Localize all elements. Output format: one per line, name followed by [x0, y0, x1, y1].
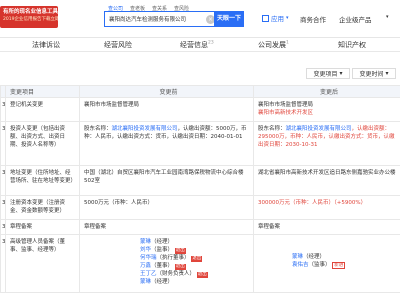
before-label: 股东名称：: [84, 126, 112, 132]
person-line: 蒙琳（经理）: [292, 253, 396, 261]
table-row: 3 地址变更（住所地址、经营场所、驻在地址等变更） 中国（湖北）自贸区襄阳市汽车…: [0, 165, 400, 196]
promo-line1: 有所的现名业信息工具: [3, 9, 58, 15]
row-item: 高级管理人员备案（董事、监事、经理等）: [5, 234, 80, 293]
tab-risk[interactable]: 经营风险: [104, 40, 132, 50]
person-line: 何华瑞（执行董事） 退出: [140, 254, 249, 262]
table-row: 3 高级管理人员备案（董事、监事、经理等） 蒙琳（经理） 刘华（监事） 退出 何…: [0, 234, 400, 293]
person-role: （经理）: [151, 279, 174, 285]
row-after: 300000万元（币种：人民币）（+5900%）: [253, 195, 400, 220]
promo-banner[interactable]: 有所的现名业信息工具 2019企业信用报告下载立即下载申请: [0, 6, 58, 28]
after-text: 300000万元（币种：人民币）: [258, 200, 334, 206]
company-link[interactable]: 湖北襄阳投资发展有限公司: [112, 126, 178, 132]
row-after: 襄阳市市场监督管理局 襄阳市高新技术开发区: [253, 97, 400, 122]
person-role: （经理）: [303, 254, 326, 260]
exit-badge: 退出: [196, 272, 208, 278]
row-before: 5000万元（币种：人民币）: [79, 195, 254, 220]
person-link[interactable]: 袁佑吉: [292, 262, 309, 268]
row-before: 中国（湖北）自贸区襄阳市汽车工业园南湾路保税物流中心综合楼502室: [79, 165, 254, 196]
chevron-down-icon: ▾: [386, 14, 389, 20]
person-link[interactable]: 王丁乙: [140, 271, 157, 277]
row-before: 章程备案: [79, 219, 254, 235]
col-item: 变更项目: [5, 85, 80, 98]
app-label: 应用: [271, 15, 284, 23]
tab-count: 23: [208, 40, 214, 46]
person-link[interactable]: 刘华: [140, 247, 151, 253]
after-text: 襄阳市市场监督管理局: [258, 102, 314, 108]
exit-badge: 退出: [191, 256, 203, 262]
chevron-down-icon: ▾: [339, 70, 343, 77]
person-link[interactable]: 蒙琳: [292, 254, 303, 260]
person-role: （监事）: [151, 247, 174, 253]
person-link[interactable]: 万鑫: [140, 263, 151, 269]
change-records-table: 变更项目 变更前 变更后 3 登记机关变更 襄阳市市场监督管理局 襄阳市市场监督…: [0, 85, 400, 293]
tab-development[interactable]: 公司发展1: [258, 40, 289, 50]
person-line: 袁佑吉（监事） 新进: [292, 261, 396, 269]
person-line: 刘华（监事） 退出: [140, 246, 249, 254]
search-input[interactable]: 襄阳尚达汽车检测服务有限公司: [109, 15, 186, 23]
person-link[interactable]: 蒙琳: [140, 279, 151, 285]
col-after: 变更后: [253, 85, 400, 98]
person-role: （财务负责人）: [156, 271, 196, 277]
row-item: 地址变更（住所地址、经营场所、驻在地址等变更）: [5, 165, 80, 196]
search-button[interactable]: 天眼一下: [214, 11, 244, 27]
table-row: 3 登记机关变更 襄阳市市场监督管理局 襄阳市市场监督管理局 襄阳市高新技术开发区: [0, 97, 400, 122]
company-link[interactable]: 湖北襄阳投资发展有限公司: [286, 126, 352, 132]
person-link[interactable]: 何华瑞: [140, 255, 157, 261]
row-after: 股东名称：湖北襄阳投资发展有限公司，认缴出资额：295000万，币种：人民币，认…: [253, 121, 400, 166]
promo-line2: 2019企业信用报告下载立即下载申请: [3, 17, 58, 22]
table-row: 3 投资人变更（包括出资额、出资方式、出资日期、投资人名称等） 股东名称：湖北襄…: [0, 121, 400, 166]
change-percent: （+5900%）: [334, 200, 367, 206]
person-role: （执行董事）: [156, 255, 190, 261]
tab-count: 1: [286, 40, 289, 46]
person-line: 王丁乙（财务负责人） 退出: [140, 270, 249, 278]
person-line: 万鑫（董事） 退出: [140, 262, 249, 270]
top-header: 有所的现名业信息工具 2019企业信用报告下载立即下载申请 查公司 查老板 查关…: [0, 0, 400, 38]
person-role: （经理）: [151, 239, 174, 245]
tab-label: 知识产权: [338, 41, 366, 49]
filter-item-label: 变更项目: [313, 71, 338, 78]
row-item: 注册资本变更（注册资金、资金数额等变更）: [5, 195, 80, 220]
row-after: 湖北省襄阳市高新技术开发区追日路东侧嘉驰实业办公楼: [253, 165, 400, 196]
row-item: 投资人变更（包括出资额、出资方式、出资日期、投资人名称等）: [5, 121, 80, 166]
row-before: 蒙琳（经理） 刘华（监事） 退出 何华瑞（执行董事） 退出 万鑫（董事） 退出 …: [79, 234, 254, 293]
tab-label: 经营风险: [104, 41, 132, 49]
table-header-row: 变更项目 变更前 变更后: [0, 85, 400, 98]
tab-ip[interactable]: 知识产权: [338, 40, 366, 50]
after-highlight: 襄阳市高新技术开发区: [258, 110, 314, 116]
person-line: 蒙琳（经理）: [140, 238, 249, 246]
person-role: （董事）: [151, 263, 174, 269]
after-label: 股东名称：: [258, 126, 286, 132]
person-link[interactable]: 蒙琳: [140, 239, 151, 245]
tab-legal[interactable]: 法律诉讼: [32, 40, 60, 50]
row-item: 章程备案: [5, 219, 80, 235]
chevron-down-icon: ▾: [385, 70, 389, 77]
row-before: 股东名称：湖北襄阳投资发展有限公司，认缴出资额：5000万，币种：人民币，认缴出…: [79, 121, 254, 166]
content-panel: 法律诉讼 经营风险 经营信息23 公司发展1 知识产权 变更项目 ▾ 变更时间 …: [0, 38, 400, 300]
person-role: （监事）: [308, 262, 331, 268]
filter-item-select[interactable]: 变更项目 ▾: [306, 68, 350, 79]
nav-enterprise[interactable]: 企业级产品: [339, 14, 372, 24]
filter-time-select[interactable]: 变更时间 ▾: [352, 68, 396, 79]
app-grid-icon: [262, 14, 269, 22]
filter-time-label: 变更时间: [359, 71, 384, 78]
table-row: 3 章程备案 章程备案 章程备案: [0, 219, 400, 235]
row-item: 登记机关变更: [5, 97, 80, 122]
app-menu[interactable]: 应用 ▾: [262, 13, 289, 23]
tab-label: 经营信息: [180, 41, 208, 49]
chevron-down-icon: ▾: [286, 15, 289, 21]
tab-label: 法律诉讼: [32, 41, 60, 49]
person-line: 蒙琳（经理）: [140, 278, 249, 286]
row-before: 襄阳市市场监督管理局: [79, 97, 254, 122]
section-tabs: 法律诉讼 经营风险 经营信息23 公司发展1 知识产权: [0, 38, 400, 52]
col-before: 变更前: [79, 85, 254, 98]
new-badge: 新进: [332, 262, 346, 269]
tab-label: 公司发展: [258, 41, 286, 49]
nav-business[interactable]: 商务合作: [300, 14, 326, 24]
table-row: 3 注册资本变更（注册资金、资金数额等变更） 5000万元（币种：人民币） 30…: [0, 195, 400, 220]
row-after: 章程备案: [253, 219, 400, 235]
search-box: 襄阳尚达汽车检测服务有限公司 × 天眼一下: [104, 11, 244, 27]
row-after: 蒙琳（经理） 袁佑吉（监事） 新进: [253, 234, 400, 293]
tab-operation[interactable]: 经营信息23: [180, 40, 214, 50]
